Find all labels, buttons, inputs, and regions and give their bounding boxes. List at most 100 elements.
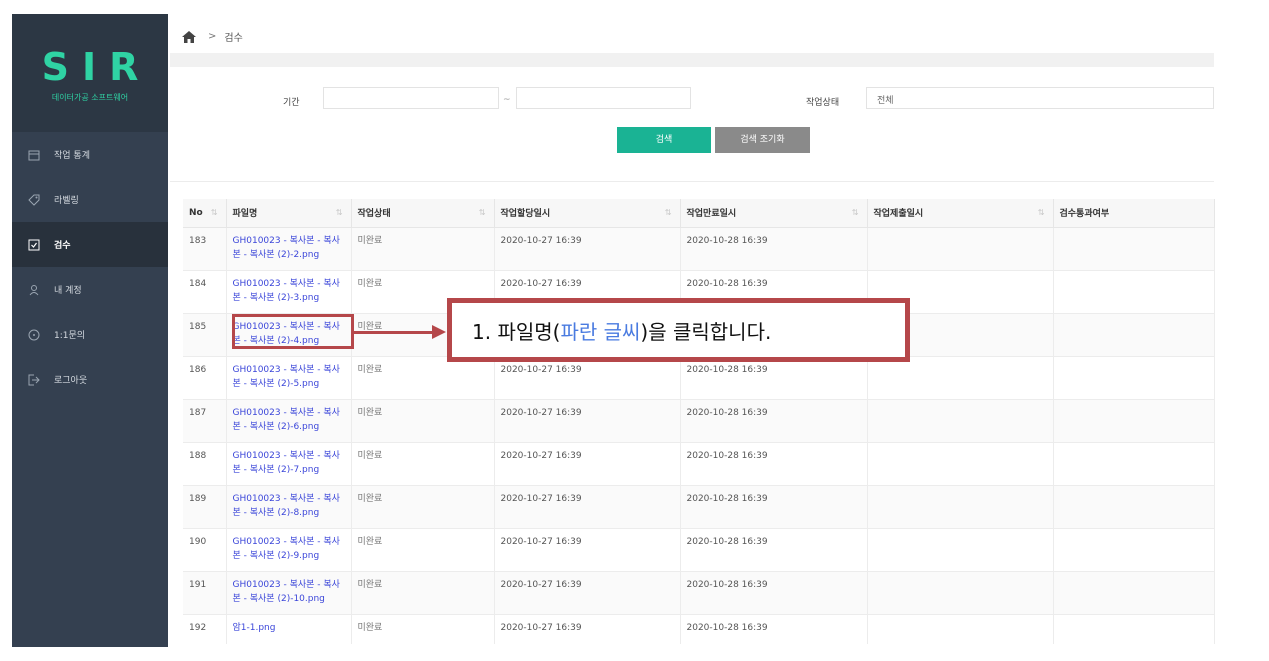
breadcrumb-separator: > [208, 31, 217, 42]
arrow-line [354, 331, 434, 334]
sort-icon[interactable]: ⇅ [665, 208, 672, 217]
logo-area: SIR 데이터가공 소프트웨어 [12, 14, 168, 132]
table-row[interactable]: 189 GH010023 - 복사본 - 복사 본 - 복사본 (2)-8.png 미… [183, 484, 1215, 528]
sidebar-item-label: 1:1문의 [54, 331, 86, 341]
cell-submitted [867, 570, 1054, 614]
reset-search-button[interactable]: 검색 조기화 [715, 127, 810, 153]
sort-icon[interactable]: ⇅ [1038, 208, 1045, 217]
cell-filename-link[interactable]: GH010023 - 복사본 - 복사 본 - 복사본 (2)-8.png [226, 484, 352, 528]
cell-no: 183 [183, 226, 227, 270]
sidebar-item-logout[interactable]: 로그아웃 [12, 357, 168, 402]
period-start-input[interactable] [323, 87, 499, 109]
review-table: No ⇅ 파일명 ⇅ 작업상태 ⇅ 작업할당일시 ⇅ 작업만료일시 ⇅ 작업제출일시 ⇅ 검… [183, 199, 1215, 644]
sort-icon[interactable]: ⇅ [479, 208, 486, 217]
filename-line[interactable]: 본 - 복사본 (2)-10.png [233, 592, 345, 606]
sidebar-item-account[interactable]: 내 계정 [12, 267, 168, 312]
cell-passed [1053, 441, 1215, 485]
logout-icon [28, 374, 40, 386]
sidebar-item-labeling[interactable]: 라벨링 [12, 177, 168, 222]
cell-submitted [867, 441, 1054, 485]
filename-line[interactable]: GH010023 - 복사본 - 복사 [233, 277, 345, 291]
cell-expires: 2020-10-28 16:39 [680, 355, 868, 399]
cell-assigned: 2020-10-27 16:39 [494, 355, 681, 399]
cell-status: 미완료 [351, 226, 495, 270]
status-select[interactable]: 전체 [866, 87, 1214, 109]
cell-submitted [867, 398, 1054, 442]
sort-icon[interactable]: ⇅ [852, 208, 859, 217]
sidebar-item-label: 검수 [54, 241, 71, 251]
table-row[interactable]: 187 GH010023 - 복사본 - 복사 본 - 복사본 (2)-6.png 미… [183, 398, 1215, 442]
breadcrumb-current: 검수 [224, 33, 243, 44]
cell-status: 미완료 [351, 441, 495, 485]
cell-submitted [867, 613, 1054, 644]
table-row[interactable]: 183 GH010023 - 복사본 - 복사 본 - 복사본 (2)-2.png 미… [183, 226, 1215, 270]
search-button[interactable]: 검색 [617, 127, 711, 153]
arrow-right-icon [432, 325, 446, 339]
column-header-no[interactable]: No ⇅ [183, 199, 227, 228]
cell-submitted [867, 355, 1054, 399]
period-end-input[interactable] [516, 87, 691, 109]
filename-line[interactable]: 본 - 복사본 (2)-3.png [233, 291, 345, 305]
table-row[interactable]: 190 GH010023 - 복사본 - 복사 본 - 복사본 (2)-9.png 미… [183, 527, 1215, 571]
sidebar-item-stats[interactable]: 작업 통계 [12, 132, 168, 177]
filename-line[interactable]: GH010023 - 복사본 - 복사 [233, 363, 345, 377]
filename-line[interactable]: GH010023 - 복사본 - 복사 [233, 449, 345, 463]
filename-line[interactable]: GH010023 - 복사본 - 복사 [233, 492, 345, 506]
cell-no: 190 [183, 527, 227, 571]
home-icon[interactable] [182, 30, 196, 43]
cell-filename-link[interactable]: GH010023 - 복사본 - 복사 본 - 복사본 (2)-6.png [226, 398, 352, 442]
filename-line[interactable]: 본 - 복사본 (2)-9.png [233, 549, 345, 563]
cell-status: 미완료 [351, 570, 495, 614]
cell-filename-link[interactable]: GH010023 - 복사본 - 복사 본 - 복사본 (2)-7.png [226, 441, 352, 485]
cell-filename-link[interactable]: 암1-1.png [226, 613, 352, 644]
cell-filename-link[interactable]: GH010023 - 복사본 - 복사 본 - 복사본 (2)-5.png [226, 355, 352, 399]
filename-line[interactable]: 본 - 복사본 (2)-6.png [233, 420, 345, 434]
cell-passed [1053, 355, 1215, 399]
cell-passed [1053, 527, 1215, 571]
cell-no: 186 [183, 355, 227, 399]
sidebar-item-label: 로그아웃 [54, 376, 88, 386]
cell-no: 187 [183, 398, 227, 442]
column-header-passed[interactable]: 검수통과여부 [1053, 199, 1215, 228]
cell-filename-link[interactable]: GH010023 - 복사본 - 복사 본 - 복사본 (2)-2.png [226, 226, 352, 270]
table-row[interactable]: 191 GH010023 - 복사본 - 복사 본 - 복사본 (2)-10.png… [183, 570, 1215, 614]
column-header-assigned[interactable]: 작업할당일시 ⇅ [494, 199, 681, 228]
cell-expires: 2020-10-28 16:39 [680, 441, 868, 485]
column-header-submitted[interactable]: 작업제출일시 ⇅ [867, 199, 1054, 228]
column-header-filename[interactable]: 파일명 ⇅ [226, 199, 352, 228]
table-row[interactable]: 192 암1-1.png 미완료 2020-10-27 16:39 2020-10-28… [183, 613, 1215, 644]
table-row[interactable]: 186 GH010023 - 복사본 - 복사 본 - 복사본 (2)-5.png 미… [183, 355, 1215, 399]
cell-submitted [867, 484, 1054, 528]
callout-highlight: 파란 글씨 [560, 319, 641, 344]
cell-filename-link[interactable]: GH010023 - 복사본 - 복사 본 - 복사본 (2)-10.png [226, 570, 352, 614]
sidebar-item-review[interactable]: 검수 [12, 222, 168, 267]
cell-filename-link[interactable]: GH010023 - 복사본 - 복사 본 - 복사본 (2)-9.png [226, 527, 352, 571]
filename-line[interactable]: GH010023 - 복사본 - 복사 [233, 578, 345, 592]
filename-line[interactable]: 본 - 복사본 (2)-2.png [233, 248, 345, 262]
cell-assigned: 2020-10-27 16:39 [494, 226, 681, 270]
sidebar-item-label: 내 계정 [54, 286, 82, 296]
cell-assigned: 2020-10-27 16:39 [494, 570, 681, 614]
cell-filename-link[interactable]: GH010023 - 복사본 - 복사 본 - 복사본 (2)-3.png [226, 269, 352, 313]
column-header-status[interactable]: 작업상태 ⇅ [351, 199, 495, 228]
header-divider-bar [170, 53, 1214, 67]
filename-line[interactable]: GH010023 - 복사본 - 복사 [233, 535, 345, 549]
highlight-box [232, 314, 354, 349]
cell-no: 192 [183, 613, 227, 644]
sidebar-item-inquiry[interactable]: 1:1문의 [12, 312, 168, 357]
cell-assigned: 2020-10-27 16:39 [494, 441, 681, 485]
callout-suffix: )을 클릭합니다. [640, 319, 772, 344]
cell-expires: 2020-10-28 16:39 [680, 398, 868, 442]
filename-line[interactable]: 본 - 복사본 (2)-7.png [233, 463, 345, 477]
table-row[interactable]: 188 GH010023 - 복사본 - 복사 본 - 복사본 (2)-7.png 미… [183, 441, 1215, 485]
cell-expires: 2020-10-28 16:39 [680, 570, 868, 614]
sort-icon[interactable]: ⇅ [336, 208, 343, 217]
filename-line[interactable]: 본 - 복사본 (2)-8.png [233, 506, 345, 520]
filename-line[interactable]: 본 - 복사본 (2)-5.png [233, 377, 345, 391]
sort-icon[interactable]: ⇅ [211, 208, 218, 217]
logo: SIR [41, 45, 152, 89]
filename-line[interactable]: GH010023 - 복사본 - 복사 [233, 406, 345, 420]
column-header-expires[interactable]: 작업만료일시 ⇅ [680, 199, 868, 228]
filename-line[interactable]: GH010023 - 복사본 - 복사 [233, 234, 345, 248]
filename-line[interactable]: 암1-1.png [233, 621, 345, 635]
